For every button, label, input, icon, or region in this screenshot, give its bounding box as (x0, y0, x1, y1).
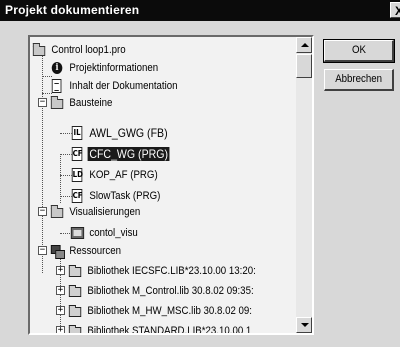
tree-item-library[interactable]: Bibliothek M_Control.lib 30.8.02 09:35: (68, 282, 255, 299)
library-folder-icon (68, 304, 82, 318)
title-bar[interactable]: Projekt dokumentieren X (0, 0, 400, 21)
arrow-up-icon (301, 43, 309, 47)
dialog-window: Projekt dokumentieren X Control loop1.pr… (0, 0, 400, 347)
tree-item-label: Control loop1.pro (51, 43, 126, 56)
pou-cfc-icon: CF (70, 146, 84, 161)
arrow-down-icon (301, 323, 309, 327)
tree-item-pou[interactable]: CF SlowTask (PRG) (70, 187, 162, 204)
tree-item-label: CFC_WG (PRG) (87, 146, 170, 161)
close-button[interactable]: X (390, 2, 400, 18)
folder-icon (32, 42, 46, 57)
tree-item-library[interactable]: Bibliothek IECSFC.LIB*23.10.00 13:20: (68, 262, 258, 279)
tree-item-label: Bausteine (69, 96, 113, 109)
tree-line (42, 55, 43, 273)
expand-toggle[interactable]: + (56, 266, 65, 275)
resources-icon (50, 244, 65, 259)
tree-item-label: SlowTask (PRG) (89, 189, 161, 202)
ok-button-label: OK (351, 44, 366, 56)
collapse-toggle[interactable]: − (38, 98, 47, 107)
tree-item-label: Projektinformationen (69, 61, 159, 74)
pou-ld-icon: LD (70, 167, 84, 182)
tree-item-label: Bibliothek M_Control.lib 30.8.02 09:35: (87, 284, 254, 297)
library-folder-icon (68, 284, 82, 298)
scroll-up-button[interactable] (296, 37, 312, 53)
tree-item-visualisierungen[interactable]: Visualisierungen (50, 203, 142, 220)
expand-toggle[interactable]: + (56, 326, 65, 333)
window-title: Projekt dokumentieren (5, 3, 140, 17)
library-folder-icon (68, 324, 82, 333)
tree-item-label: Ressourcen (69, 244, 122, 257)
collapse-toggle[interactable]: − (38, 207, 47, 216)
project-tree[interactable]: Control loop1.pro i Projektinformationen… (28, 35, 314, 335)
collapse-toggle[interactable]: − (38, 246, 47, 255)
tree-item-label: AWL_GWG (FB) (89, 125, 168, 140)
tree-item-projektinformationen[interactable]: i Projektinformationen (50, 59, 160, 76)
library-folder-icon (68, 264, 82, 278)
scroll-down-button[interactable] (296, 317, 312, 333)
tree-item-root[interactable]: Control loop1.pro (32, 41, 127, 58)
ok-button[interactable]: OK (323, 39, 395, 63)
tree-item-library[interactable]: Bibliothek STANDARD.LIB*23.10.00 1 (68, 322, 253, 333)
tree-item-label: Bibliothek M_HW_MSC.lib 30.8.02 09: (87, 304, 253, 317)
pou-cfc-icon: CF (70, 188, 84, 203)
cancel-button[interactable]: Abbrechen (324, 69, 394, 91)
tree-item-label: Bibliothek STANDARD.LIB*23.10.00 1 (87, 324, 252, 334)
tree-item-ressourcen[interactable]: Ressourcen (50, 242, 123, 259)
folder-icon (50, 204, 64, 219)
tree-item-label: Visualisierungen (69, 205, 141, 218)
tree-item-pou[interactable]: IL AWL_GWG (FB) (70, 124, 169, 141)
tree-content: Control loop1.pro i Projektinformationen… (30, 37, 288, 333)
tree-item-bausteine[interactable]: Bausteine (50, 94, 114, 111)
tree-item-label: Inhalt der Dokumentation (69, 79, 178, 92)
document-icon (50, 78, 64, 93)
scroll-thumb[interactable] (296, 54, 312, 78)
close-icon: X (395, 4, 400, 18)
visualization-icon (70, 226, 85, 240)
tree-item-inhalt[interactable]: Inhalt der Dokumentation (50, 77, 179, 94)
expand-toggle[interactable]: + (56, 306, 65, 315)
folder-icon (50, 95, 64, 110)
expand-toggle[interactable]: + (56, 286, 65, 295)
tree-item-label: KOP_AF (PRG) (89, 168, 158, 181)
cancel-button-label: Abbrechen (335, 73, 382, 85)
tree-item-visu[interactable]: contol_visu (70, 224, 140, 241)
tree-item-library[interactable]: Bibliothek M_HW_MSC.lib 30.8.02 09: (68, 302, 254, 319)
info-icon: i (50, 61, 64, 75)
pou-il-icon: IL (70, 125, 84, 140)
tree-item-label: contol_visu (89, 226, 138, 239)
vertical-scrollbar[interactable] (296, 37, 312, 333)
tree-item-label: Bibliothek IECSFC.LIB*23.10.00 13:20: (87, 264, 256, 277)
tree-item-pou-selected[interactable]: CF CFC_WG (PRG) (70, 145, 170, 162)
tree-item-pou[interactable]: LD KOP_AF (PRG) (70, 166, 159, 183)
